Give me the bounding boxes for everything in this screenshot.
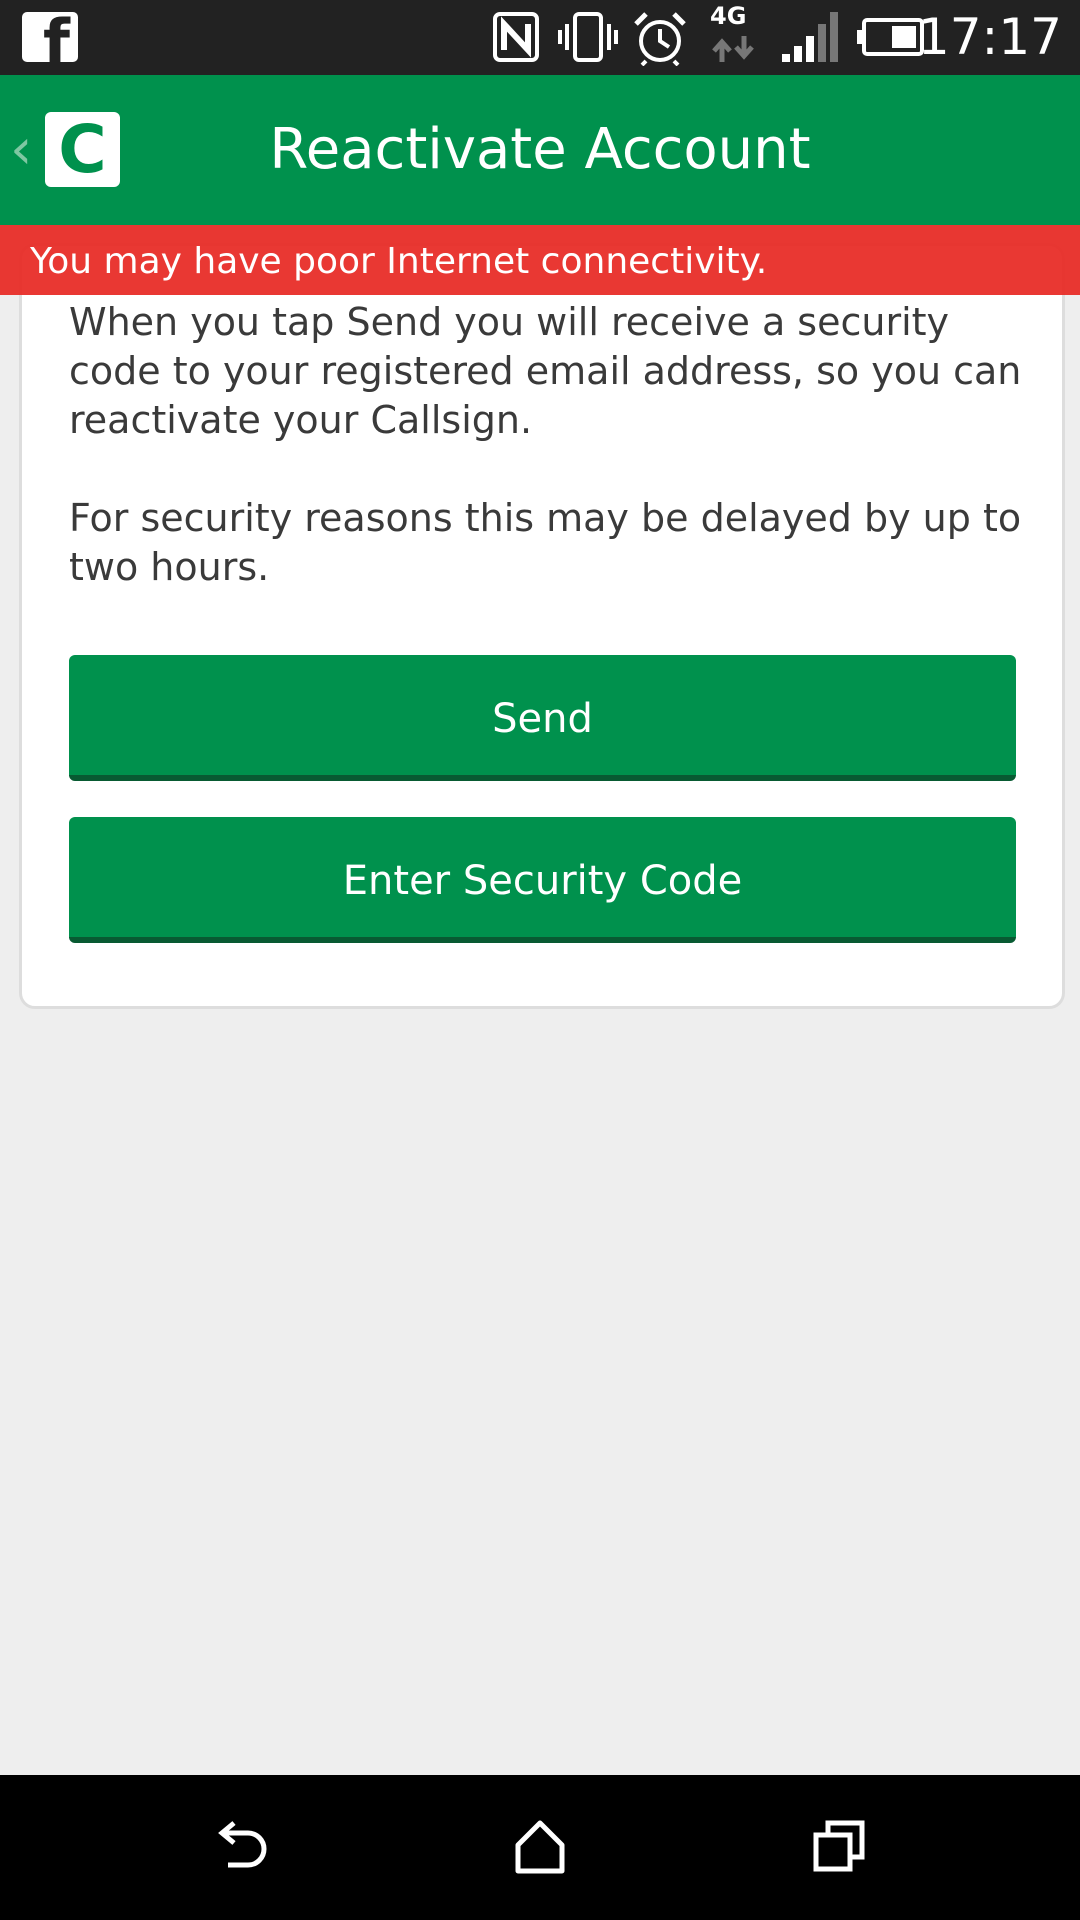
back-chevron-icon[interactable]: ‹	[10, 117, 32, 182]
nav-recents-button[interactable]	[770, 1775, 910, 1920]
instruction-text: When you tap Send you will receive a sec…	[69, 300, 1022, 442]
page-title: Reactivate Account	[269, 117, 811, 182]
reactivate-card: When you tap Send you will receive a sec…	[19, 243, 1065, 1009]
send-button[interactable]: Send	[69, 655, 1016, 781]
facebook-icon: f	[22, 12, 78, 62]
network-type-label: 4G	[710, 2, 747, 30]
delay-notice-text: For security reasons this may be delayed…	[69, 496, 1022, 589]
navigation-bar	[0, 1775, 1080, 1920]
nav-home-button[interactable]	[470, 1775, 610, 1920]
clock-time: 17:17	[917, 8, 1062, 66]
connectivity-warning-banner: You may have poor Internet connectivity.	[0, 225, 1080, 295]
recents-icon	[813, 1820, 865, 1872]
app-bar: ‹ C Reactivate Account	[0, 75, 1080, 225]
nfc-icon	[493, 12, 539, 62]
logo-letter: C	[58, 111, 107, 188]
callsign-logo[interactable]: C	[45, 112, 120, 187]
nav-back-button[interactable]	[170, 1775, 310, 1920]
battery-icon	[857, 18, 924, 56]
back-icon	[218, 1821, 267, 1868]
home-icon	[515, 1820, 565, 1874]
vibrate-icon	[558, 12, 618, 62]
status-bar: f 4G 17:17	[0, 0, 1080, 75]
enter-security-code-button[interactable]: Enter Security Code	[69, 817, 1016, 943]
network-4g-icon: 4G	[710, 4, 758, 66]
alarm-icon	[634, 12, 686, 66]
signal-icon	[782, 12, 838, 62]
